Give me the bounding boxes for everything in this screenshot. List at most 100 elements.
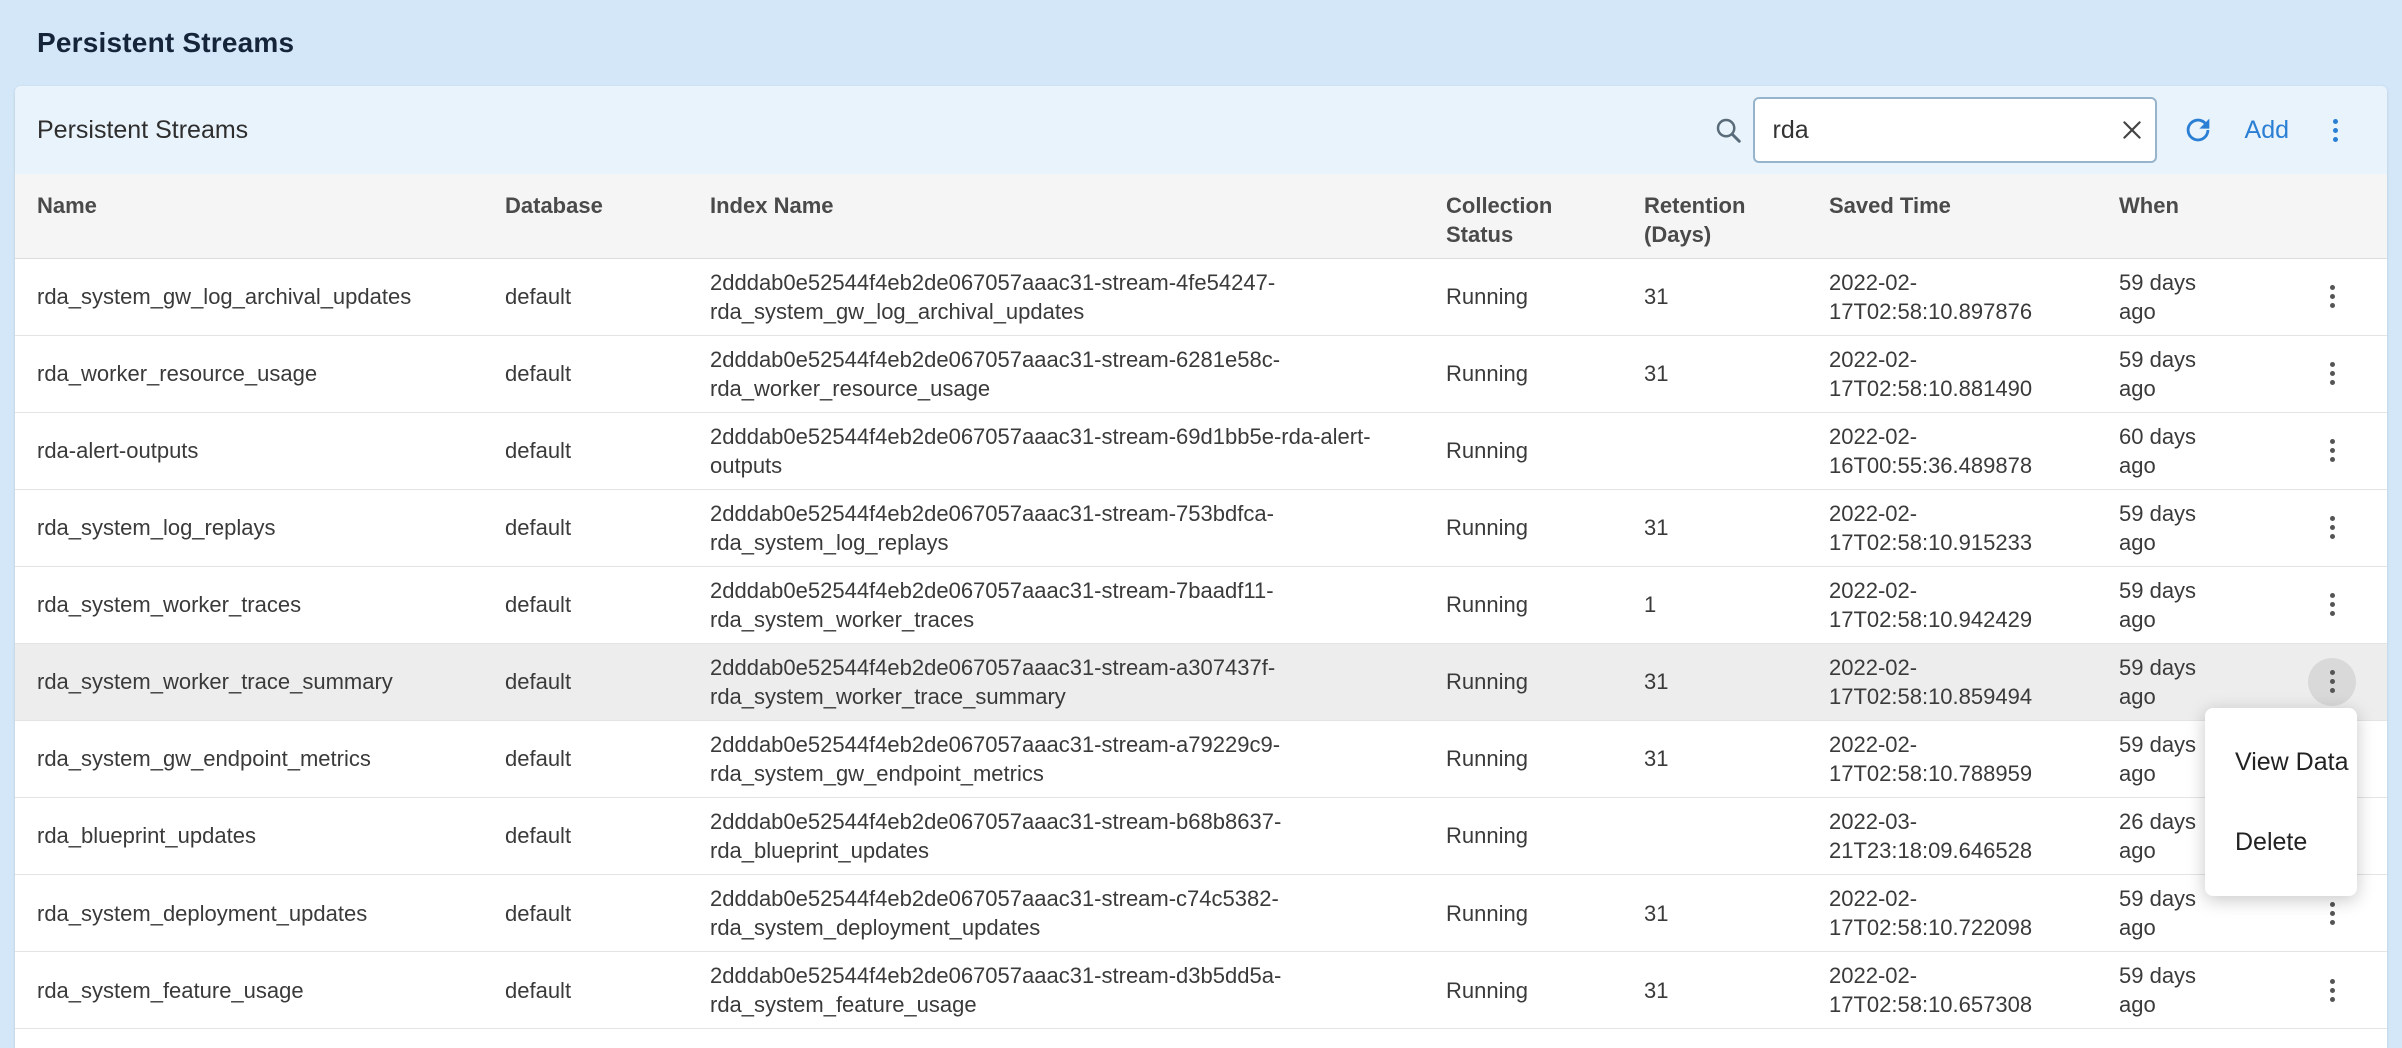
cell-database: default — [505, 797, 710, 874]
cell-database: default — [505, 643, 710, 720]
streams-table: Name Database Index Name Collection Stat… — [15, 174, 2387, 1029]
cell-name: rda_system_worker_trace_summary — [15, 643, 505, 720]
cell-database: default — [505, 335, 710, 412]
kebab-dots — [2330, 602, 2335, 607]
panel-menu-icon[interactable] — [2311, 106, 2359, 154]
cell-index-name: 2dddab0e52544f4eb2de067057aaac31-stream-… — [710, 952, 1446, 1029]
cell-status: Running — [1446, 335, 1644, 412]
cell-saved-time: 2022-02-17T02:58:10.897876 — [1829, 258, 2119, 335]
cell-when: 60 days ago — [2119, 412, 2277, 489]
table-row[interactable]: rda_system_gw_log_archival_updates defau… — [15, 258, 2387, 335]
clear-search-icon[interactable] — [2119, 117, 2145, 143]
cell-retention: 31 — [1644, 720, 1829, 797]
column-header-name: Name — [15, 174, 505, 258]
cell-database: default — [505, 489, 710, 566]
cell-saved-time: 2022-02-17T02:58:10.657308 — [1829, 952, 2119, 1029]
row-menu-icon[interactable] — [2308, 581, 2356, 629]
table-header: Name Database Index Name Collection Stat… — [15, 174, 2387, 258]
row-menu-icon[interactable] — [2308, 427, 2356, 475]
row-menu-icon[interactable] — [2308, 504, 2356, 552]
cell-name: rda_system_feature_usage — [15, 952, 505, 1029]
table-row[interactable]: rda_system_deployment_updates default 2d… — [15, 875, 2387, 952]
cell-index-name: 2dddab0e52544f4eb2de067057aaac31-stream-… — [710, 335, 1446, 412]
cell-retention — [1644, 797, 1829, 874]
cell-when: 59 days ago — [2119, 489, 2277, 566]
panel-title: Persistent Streams — [37, 116, 1713, 145]
menu-item-view-data[interactable]: View Data — [2205, 722, 2357, 802]
refresh-icon-glyph — [2181, 113, 2215, 147]
table-body: rda_system_gw_log_archival_updates defau… — [15, 258, 2387, 1029]
column-header-database: Database — [505, 174, 710, 258]
cell-database: default — [505, 720, 710, 797]
cell-database: default — [505, 566, 710, 643]
page-header: Persistent Streams — [0, 0, 2402, 86]
row-menu-icon[interactable] — [2308, 273, 2356, 321]
kebab-dots — [2330, 448, 2335, 453]
cell-index-name: 2dddab0e52544f4eb2de067057aaac31-stream-… — [710, 720, 1446, 797]
column-header-actions — [2277, 174, 2387, 258]
kebab-dots — [2330, 988, 2335, 993]
kebab-dots — [2330, 525, 2335, 530]
cell-name: rda_blueprint_updates — [15, 797, 505, 874]
cell-when: 59 days ago — [2119, 566, 2277, 643]
cell-name: rda_system_gw_log_archival_updates — [15, 258, 505, 335]
cell-status: Running — [1446, 643, 1644, 720]
row-menu-icon[interactable] — [2308, 966, 2356, 1014]
cell-saved-time: 2022-02-17T02:58:10.788959 — [1829, 720, 2119, 797]
cell-index-name: 2dddab0e52544f4eb2de067057aaac31-stream-… — [710, 258, 1446, 335]
x-icon-glyph — [2119, 117, 2145, 143]
cell-index-name: 2dddab0e52544f4eb2de067057aaac31-stream-… — [710, 489, 1446, 566]
column-header-saved-time: Saved Time — [1829, 174, 2119, 258]
cell-saved-time: 2022-02-17T02:58:10.942429 — [1829, 566, 2119, 643]
add-button[interactable]: Add — [2245, 116, 2289, 145]
cell-status: Running — [1446, 489, 1644, 566]
cell-when: 59 days ago — [2119, 952, 2277, 1029]
row-menu-icon[interactable] — [2308, 889, 2356, 937]
cell-status: Running — [1446, 797, 1644, 874]
cell-retention — [1644, 412, 1829, 489]
cell-when: 59 days ago — [2119, 335, 2277, 412]
cell-status: Running — [1446, 720, 1644, 797]
page-title: Persistent Streams — [37, 27, 294, 59]
search-icon[interactable] — [1713, 115, 1743, 145]
cell-database: default — [505, 875, 710, 952]
kebab-dots — [2333, 128, 2338, 133]
table-row[interactable]: rda_system_log_replays default 2dddab0e5… — [15, 489, 2387, 566]
table-row[interactable]: rda_system_feature_usage default 2dddab0… — [15, 952, 2387, 1029]
table-row[interactable]: rda_system_worker_trace_summary default … — [15, 643, 2387, 720]
cell-status: Running — [1446, 258, 1644, 335]
cell-name: rda_system_deployment_updates — [15, 875, 505, 952]
column-header-index-name: Index Name — [710, 174, 1446, 258]
panel-actions: Add — [1713, 97, 2359, 163]
row-menu-icon[interactable] — [2308, 658, 2356, 706]
cell-status: Running — [1446, 952, 1644, 1029]
kebab-dots — [2330, 371, 2335, 376]
table-row[interactable]: rda_worker_resource_usage default 2dddab… — [15, 335, 2387, 412]
kebab-dots — [2330, 911, 2335, 916]
cell-saved-time: 2022-02-17T02:58:10.915233 — [1829, 489, 2119, 566]
menu-item-delete[interactable]: Delete — [2205, 802, 2357, 882]
table-row[interactable]: rda_system_gw_endpoint_metrics default 2… — [15, 720, 2387, 797]
cell-index-name: 2dddab0e52544f4eb2de067057aaac31-stream-… — [710, 412, 1446, 489]
table-row[interactable]: rda-alert-outputs default 2dddab0e52544f… — [15, 412, 2387, 489]
cell-saved-time: 2022-02-17T02:58:10.722098 — [1829, 875, 2119, 952]
cell-name: rda-alert-outputs — [15, 412, 505, 489]
refresh-icon[interactable] — [2181, 113, 2215, 147]
table-row[interactable]: rda_system_worker_traces default 2dddab0… — [15, 566, 2387, 643]
search-box — [1753, 97, 2157, 163]
cell-database: default — [505, 258, 710, 335]
column-header-retention: Retention (Days) — [1644, 174, 1829, 258]
row-menu-icon[interactable] — [2308, 350, 2356, 398]
column-header-when: When — [2119, 174, 2277, 258]
cell-saved-time: 2022-02-17T02:58:10.859494 — [1829, 643, 2119, 720]
cell-index-name: 2dddab0e52544f4eb2de067057aaac31-stream-… — [710, 643, 1446, 720]
cell-when: 59 days ago — [2119, 258, 2277, 335]
cell-name: rda_system_worker_traces — [15, 566, 505, 643]
kebab-dots — [2330, 679, 2335, 684]
search-input[interactable] — [1753, 97, 2157, 163]
table-row[interactable]: rda_blueprint_updates default 2dddab0e52… — [15, 797, 2387, 874]
column-header-collection-status: Collection Status — [1446, 174, 1644, 258]
cell-status: Running — [1446, 566, 1644, 643]
cell-status: Running — [1446, 412, 1644, 489]
cell-name: rda_worker_resource_usage — [15, 335, 505, 412]
